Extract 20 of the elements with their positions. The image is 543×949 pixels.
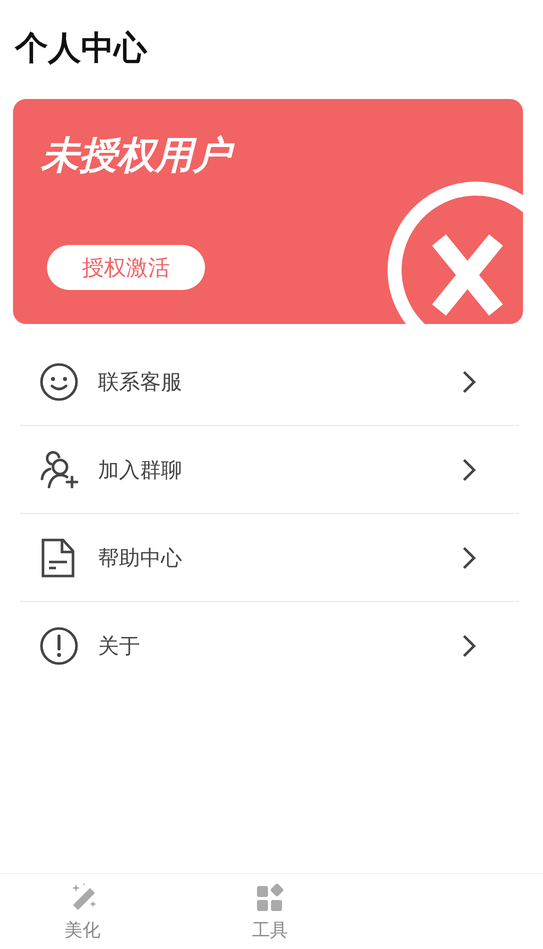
chevron-right-icon [462, 370, 476, 394]
menu-label: 联系客服 [98, 368, 183, 396]
license-status: 未授权用户 [41, 127, 523, 183]
menu-label: 关于 [98, 632, 141, 660]
chevron-right-icon [462, 634, 476, 658]
menu-item[interactable]: 联系客服 [20, 338, 519, 426]
menu-item[interactable]: 加入群聊 [20, 426, 519, 514]
tab[interactable]: 工具 [165, 874, 375, 949]
menu-item[interactable]: 帮助中心 [20, 514, 519, 602]
page-title: 个人中心 [15, 27, 148, 69]
add-user-icon [39, 450, 79, 490]
chevron-right-icon [462, 546, 476, 570]
menu-label: 帮助中心 [98, 544, 183, 572]
exclamation-icon [39, 626, 79, 666]
chevron-right-icon [462, 458, 476, 482]
menu-item[interactable]: 关于 [20, 602, 519, 689]
smiley-icon [39, 362, 79, 402]
grid-icon [255, 882, 285, 912]
tab[interactable]: 美化 [0, 874, 165, 949]
menu-label: 加入群聊 [98, 456, 183, 484]
